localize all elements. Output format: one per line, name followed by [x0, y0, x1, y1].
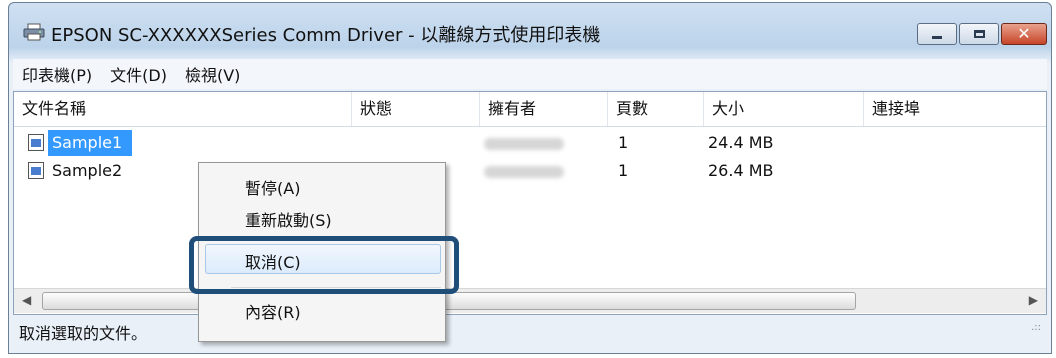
scroll-right-icon[interactable]: ▶: [1029, 293, 1038, 307]
resize-grip-icon[interactable]: .::: [1031, 311, 1041, 345]
highlight-callout: [189, 236, 459, 294]
scroll-left-icon[interactable]: ◀: [22, 293, 31, 307]
menu-item-pause[interactable]: 暫停(A): [245, 175, 300, 199]
close-button[interactable]: ✕: [1001, 23, 1047, 45]
window-title: EPSON SC-XXXXXXSeries Comm Driver - 以離線方…: [51, 25, 601, 46]
menu-item-restart[interactable]: 重新啟動(S): [245, 207, 332, 231]
pages-value: 1: [618, 161, 629, 180]
minimize-button[interactable]: [917, 23, 957, 45]
printer-icon: [23, 23, 45, 41]
document-name: Sample1: [48, 130, 133, 156]
pages-value: 1: [618, 133, 629, 152]
window-controls: ✕: [917, 23, 1047, 45]
document-icon: [28, 162, 44, 179]
menu-view[interactable]: 檢視(V): [176, 62, 249, 86]
menu-document[interactable]: 文件(D): [101, 62, 176, 86]
close-icon: ✕: [1017, 24, 1031, 43]
menu-bar: 印表機(P) 文件(D) 檢視(V): [13, 59, 1047, 89]
document-name: Sample2: [52, 161, 123, 180]
column-document-name[interactable]: 文件名稱: [14, 92, 352, 126]
size-value: 26.4 MB: [708, 161, 774, 180]
status-text: 取消選取的文件。: [19, 324, 148, 343]
column-pages[interactable]: 頁數: [608, 92, 704, 126]
title-bar[interactable]: EPSON SC-XXXXXXSeries Comm Driver - 以離線方…: [9, 3, 1051, 53]
owner-value: [484, 158, 564, 184]
minimize-icon: [932, 35, 942, 39]
column-status[interactable]: 狀態: [352, 92, 480, 126]
document-icon: [28, 134, 44, 151]
scrollbar-thumb[interactable]: [42, 292, 856, 310]
app-window: EPSON SC-XXXXXXSeries Comm Driver - 以離線方…: [8, 2, 1052, 354]
column-owner[interactable]: 擁有者: [480, 92, 608, 126]
print-queue-list: 文件名稱 狀態 擁有者 頁數 大小 連接埠 Sample1 1 24.4 MB …: [13, 91, 1047, 315]
column-port[interactable]: 連接埠: [864, 92, 1046, 126]
column-header: 文件名稱 狀態 擁有者 頁數 大小 連接埠: [14, 92, 1046, 127]
size-value: 24.4 MB: [708, 133, 774, 152]
horizontal-scrollbar[interactable]: ◀ ▶: [14, 288, 1046, 313]
table-row[interactable]: Sample1 1 24.4 MB: [14, 130, 1046, 156]
table-row[interactable]: Sample2 1 26.4 MB: [14, 158, 1046, 184]
maximize-icon: [973, 30, 985, 38]
column-size[interactable]: 大小: [704, 92, 864, 126]
menu-item-properties[interactable]: 內容(R): [245, 299, 301, 323]
menu-printer[interactable]: 印表機(P): [13, 62, 101, 86]
owner-value: [484, 130, 564, 156]
status-bar: 取消選取的文件。 .::: [13, 317, 1047, 351]
maximize-button[interactable]: [959, 23, 999, 45]
